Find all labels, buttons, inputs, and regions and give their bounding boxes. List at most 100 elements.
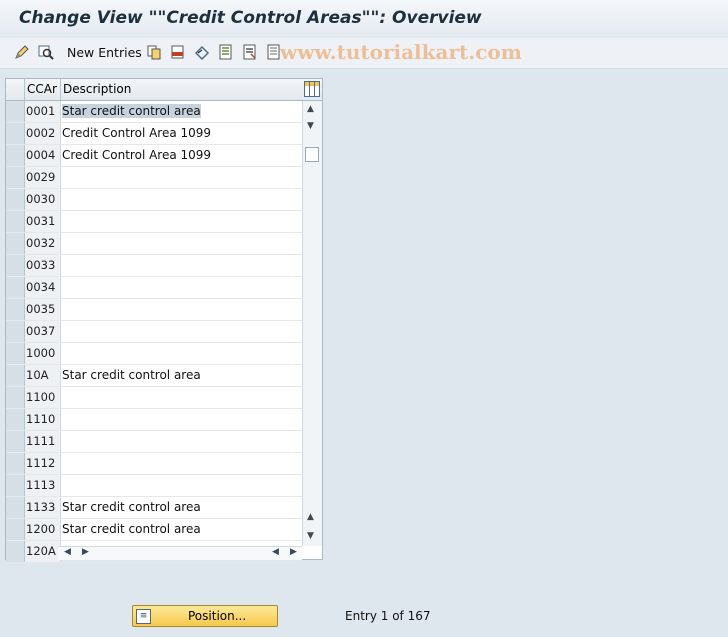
row-description[interactable] bbox=[60, 233, 303, 254]
row-selector[interactable] bbox=[6, 167, 25, 188]
copy-icon[interactable] bbox=[145, 43, 163, 61]
row-description[interactable] bbox=[60, 299, 303, 320]
row-code: 10A bbox=[25, 365, 61, 386]
row-description[interactable] bbox=[60, 277, 303, 298]
entry-counter: Entry 1 of 167 bbox=[345, 609, 431, 623]
row-description-text: Star credit control area bbox=[62, 104, 201, 118]
position-icon: ≡ bbox=[136, 609, 151, 624]
credit-control-areas-table: CCAr Description 0001 Star credit control… bbox=[5, 78, 323, 563]
row-code: 1111 bbox=[25, 431, 61, 452]
row-selector[interactable] bbox=[6, 189, 25, 210]
select-all-rows-button[interactable] bbox=[6, 79, 25, 100]
row-code: 0037 bbox=[25, 321, 61, 342]
table-row: 0002 Credit Control Area 1099 bbox=[6, 123, 302, 145]
row-selector[interactable] bbox=[6, 211, 25, 232]
row-description[interactable] bbox=[60, 211, 303, 232]
position-button[interactable]: ≡ Position... bbox=[132, 605, 278, 627]
row-description[interactable] bbox=[60, 453, 303, 474]
row-selector[interactable] bbox=[6, 387, 25, 408]
row-description[interactable] bbox=[60, 475, 303, 496]
row-description[interactable] bbox=[60, 431, 303, 452]
table-row: 0031 bbox=[6, 211, 302, 233]
table-row: 1111 bbox=[6, 431, 302, 453]
row-code: 0031 bbox=[25, 211, 61, 232]
scroll-left-icon[interactable]: ◀ bbox=[64, 547, 71, 557]
watermark-text: www.tutorialkart.com bbox=[280, 40, 522, 64]
scrollbar-thumb[interactable] bbox=[305, 147, 319, 162]
table-row: 0032 bbox=[6, 233, 302, 255]
row-selector[interactable] bbox=[6, 365, 25, 386]
row-description[interactable] bbox=[60, 409, 303, 430]
horizontal-scrollbar[interactable]: ◀ ▶ ◀ ▶ bbox=[58, 546, 302, 560]
row-description[interactable]: Star credit control area bbox=[60, 365, 303, 386]
select-block-icon[interactable] bbox=[241, 43, 259, 61]
row-selector[interactable] bbox=[6, 101, 25, 122]
table-row: 1113 bbox=[6, 475, 302, 497]
table-header: CCAr Description bbox=[6, 79, 322, 101]
scroll-right-icon[interactable]: ▶ bbox=[82, 547, 89, 557]
row-code: 0035 bbox=[25, 299, 61, 320]
row-selector[interactable] bbox=[6, 277, 25, 298]
row-code: 120A bbox=[25, 541, 61, 562]
row-description[interactable] bbox=[60, 167, 303, 188]
row-description[interactable]: Credit Control Area 1099 bbox=[60, 123, 303, 144]
row-selector[interactable] bbox=[6, 321, 25, 342]
row-description[interactable] bbox=[60, 387, 303, 408]
row-selector[interactable] bbox=[6, 497, 25, 518]
row-description[interactable]: Credit Control Area 1099 bbox=[60, 145, 303, 166]
row-code: 1000 bbox=[25, 343, 61, 364]
table-row: 0033 bbox=[6, 255, 302, 277]
table-settings-icon[interactable] bbox=[304, 81, 320, 97]
table-row: 0030 bbox=[6, 189, 302, 211]
row-selector[interactable] bbox=[6, 123, 25, 144]
table-row: 1110 bbox=[6, 409, 302, 431]
edit-display-icon[interactable] bbox=[13, 43, 31, 61]
row-description[interactable] bbox=[60, 255, 303, 276]
row-description[interactable]: Star credit control area bbox=[60, 497, 303, 518]
row-description[interactable] bbox=[60, 189, 303, 210]
row-description[interactable] bbox=[60, 321, 303, 342]
row-selector[interactable] bbox=[6, 475, 25, 496]
row-description[interactable]: Star credit control area bbox=[60, 519, 303, 540]
row-selector[interactable] bbox=[6, 255, 25, 276]
row-code: 0001 bbox=[25, 101, 61, 122]
scroll-down-icon[interactable]: ▼ bbox=[307, 121, 314, 131]
row-code: 1200 bbox=[25, 519, 61, 540]
row-description[interactable]: Star credit control area bbox=[60, 101, 303, 122]
find-icon[interactable] bbox=[37, 43, 55, 61]
table-row: 1133 Star credit control area bbox=[6, 497, 302, 519]
column-header-description[interactable]: Description bbox=[61, 79, 303, 100]
row-code: 0004 bbox=[25, 145, 61, 166]
scroll-page-down-icon[interactable]: ▼ bbox=[307, 531, 314, 541]
scroll-left-end-icon[interactable]: ◀ bbox=[272, 547, 279, 557]
row-selector[interactable] bbox=[6, 409, 25, 430]
row-selector[interactable] bbox=[6, 299, 25, 320]
title-bar: Change View ""Credit Control Areas"": Ov… bbox=[0, 0, 728, 39]
row-selector[interactable] bbox=[6, 145, 25, 166]
row-selector[interactable] bbox=[6, 233, 25, 254]
vertical-scrollbar[interactable]: ▲ ▼ ▲ ▼ bbox=[302, 101, 322, 546]
new-entries-button[interactable]: New Entries bbox=[67, 45, 142, 60]
table-row: 0037 bbox=[6, 321, 302, 343]
row-code: 1133 bbox=[25, 497, 61, 518]
undo-icon[interactable] bbox=[193, 43, 211, 61]
table-row: 1000 bbox=[6, 343, 302, 365]
row-selector[interactable] bbox=[6, 541, 25, 562]
row-selector[interactable] bbox=[6, 343, 25, 364]
row-code: 0029 bbox=[25, 167, 61, 188]
column-header-ccar[interactable]: CCAr bbox=[25, 79, 61, 100]
select-all-icon[interactable] bbox=[217, 43, 235, 61]
main-area: CCAr Description 0001 Star credit control… bbox=[0, 69, 728, 637]
row-description[interactable] bbox=[60, 343, 303, 364]
row-code: 0032 bbox=[25, 233, 61, 254]
scroll-right-end-icon[interactable]: ▶ bbox=[290, 547, 297, 557]
row-selector[interactable] bbox=[6, 519, 25, 540]
row-selector[interactable] bbox=[6, 431, 25, 452]
scroll-page-up-icon[interactable]: ▲ bbox=[307, 512, 314, 522]
table-row: 0029 bbox=[6, 167, 302, 189]
table-row: 10A Star credit control area bbox=[6, 365, 302, 387]
row-selector[interactable] bbox=[6, 453, 25, 474]
position-button-label: Position... bbox=[188, 609, 247, 623]
delete-icon[interactable] bbox=[169, 43, 187, 61]
scroll-up-icon[interactable]: ▲ bbox=[307, 104, 314, 114]
